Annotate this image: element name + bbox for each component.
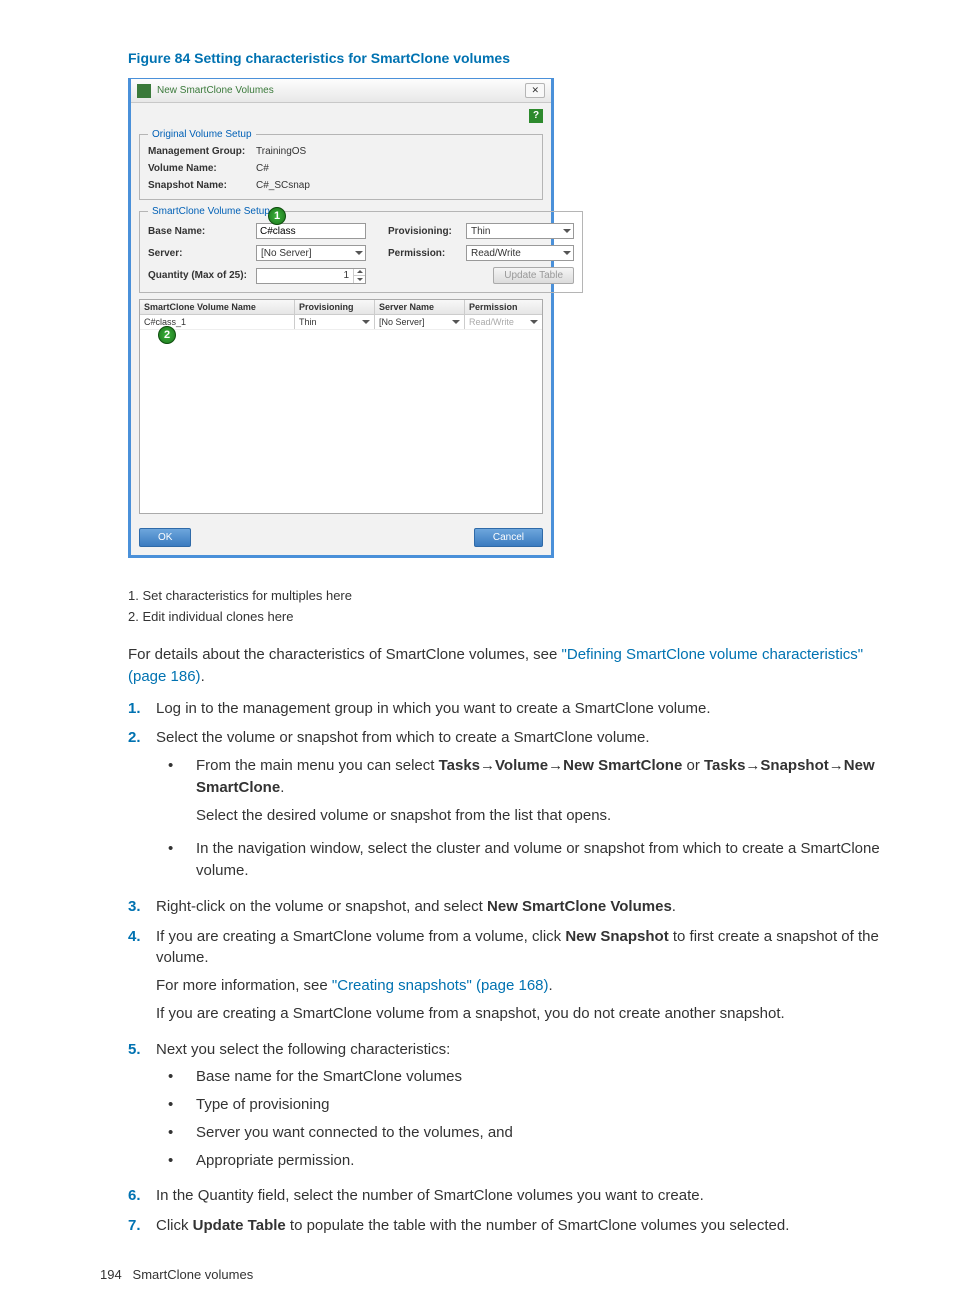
dialog-titlebar: New SmartClone Volumes ✕ [131,79,551,103]
step-number: 4. [128,926,156,1031]
permission-value: Read/Write [471,248,521,259]
clone-table: SmartClone Volume Name Provisioning Serv… [139,299,543,514]
update-table-button[interactable]: Update Table [493,267,574,284]
smartclone-setup-group: SmartClone Volume Setup 1 Base Name: Pro… [139,206,583,293]
step-number: 6. [128,1185,156,1207]
callout-1: 1 [268,207,286,225]
section-name: SmartClone volumes [133,1267,254,1282]
step-number: 3. [128,896,156,918]
provisioning-select[interactable]: Thin [466,223,574,239]
mgmt-group-value: TrainingOS [256,146,306,157]
legend-item-2: 2. Edit individual clones here [128,609,904,624]
cell-server[interactable]: [No Server] [375,315,465,329]
page-number: 194 [100,1267,122,1282]
link-creating-snapshots[interactable]: "Creating snapshots" (page 168) [332,977,549,994]
cell-permission[interactable]: Read/Write [465,315,542,329]
chevron-down-icon [362,320,370,324]
app-icon [137,84,151,98]
dialog-window: New SmartClone Volumes ✕ ? Original Volu… [128,78,554,558]
step-number: 5. [128,1039,156,1178]
permission-select[interactable]: Read/Write [466,245,574,261]
volume-name-value: C# [256,163,269,174]
snapshot-name-label: Snapshot Name: [148,180,248,191]
legend-item-1: 1. Set characteristics for multiples her… [128,588,904,603]
chevron-down-icon [452,320,460,324]
callout-2: 2 [158,326,176,344]
help-icon[interactable]: ? [529,109,543,123]
step-number: 7. [128,1215,156,1237]
figure-legend: 1. Set characteristics for multiples her… [128,588,904,624]
quantity-stepper[interactable]: 1 [256,268,366,284]
chevron-down-icon [530,320,538,324]
th-provisioning: Provisioning [295,300,375,314]
spinner-up-icon[interactable] [354,269,365,277]
chevron-down-icon [355,251,363,255]
provisioning-label: Provisioning: [388,226,458,237]
cancel-button[interactable]: Cancel [474,528,543,547]
provisioning-value: Thin [471,226,490,237]
step-2: Select the volume or snapshot from which… [156,727,904,749]
step-3: Right-click on the volume or snapshot, a… [156,896,904,918]
step-number: 1. [128,698,156,720]
base-name-input[interactable] [256,223,366,239]
step-7: Click Update Table to populate the table… [156,1215,904,1237]
cell-provisioning[interactable]: Thin [295,315,375,329]
quantity-label: Quantity (Max of 25): [148,270,248,281]
list-item: Server you want connected to the volumes… [164,1122,904,1144]
server-select[interactable]: [No Server] [256,245,366,261]
table-row[interactable]: C#class_1 Thin [No Server] Read/Write [140,315,542,330]
quantity-value: 1 [257,269,353,283]
steps-list: 1. Log in to the management group in whi… [128,698,904,1237]
dialog-title: New SmartClone Volumes [157,85,525,96]
original-volume-legend: Original Volume Setup [148,129,256,140]
server-value: [No Server] [261,248,312,259]
close-icon[interactable]: ✕ [525,83,545,98]
step-1: Log in to the management group in which … [156,698,904,720]
figure-title: Figure 84 Setting characteristics for Sm… [128,50,904,66]
chevron-down-icon [563,229,571,233]
spinner-down-icon[interactable] [354,276,365,283]
mgmt-group-label: Management Group: [148,146,248,157]
volume-name-label: Volume Name: [148,163,248,174]
original-volume-setup-group: Original Volume Setup Management Group: … [139,129,543,200]
list-item: Appropriate permission. [164,1150,904,1172]
ok-button[interactable]: OK [139,528,191,547]
snapshot-name-value: C#_SCsnap [256,180,310,191]
server-label: Server: [148,248,248,259]
chevron-down-icon [563,251,571,255]
th-name: SmartClone Volume Name [140,300,295,314]
step-4: If you are creating a SmartClone volume … [156,926,904,1031]
th-permission: Permission [465,300,542,314]
list-item: In the navigation window, select the clu… [164,838,904,882]
base-name-label: Base Name: [148,226,248,237]
step-number: 2. [128,727,156,888]
th-server: Server Name [375,300,465,314]
list-item: Base name for the SmartClone volumes [164,1066,904,1088]
intro-para: For details about the characteristics of… [128,644,904,688]
list-item: From the main menu you can select Tasks→… [164,755,904,832]
smartclone-setup-legend: SmartClone Volume Setup [148,206,274,217]
step-5: Next you select the following characteri… [156,1039,904,1178]
permission-label: Permission: [388,248,458,259]
page-footer: 194 SmartClone volumes [100,1267,904,1282]
step-6: In the Quantity field, select the number… [156,1185,904,1207]
list-item: Type of provisioning [164,1094,904,1116]
